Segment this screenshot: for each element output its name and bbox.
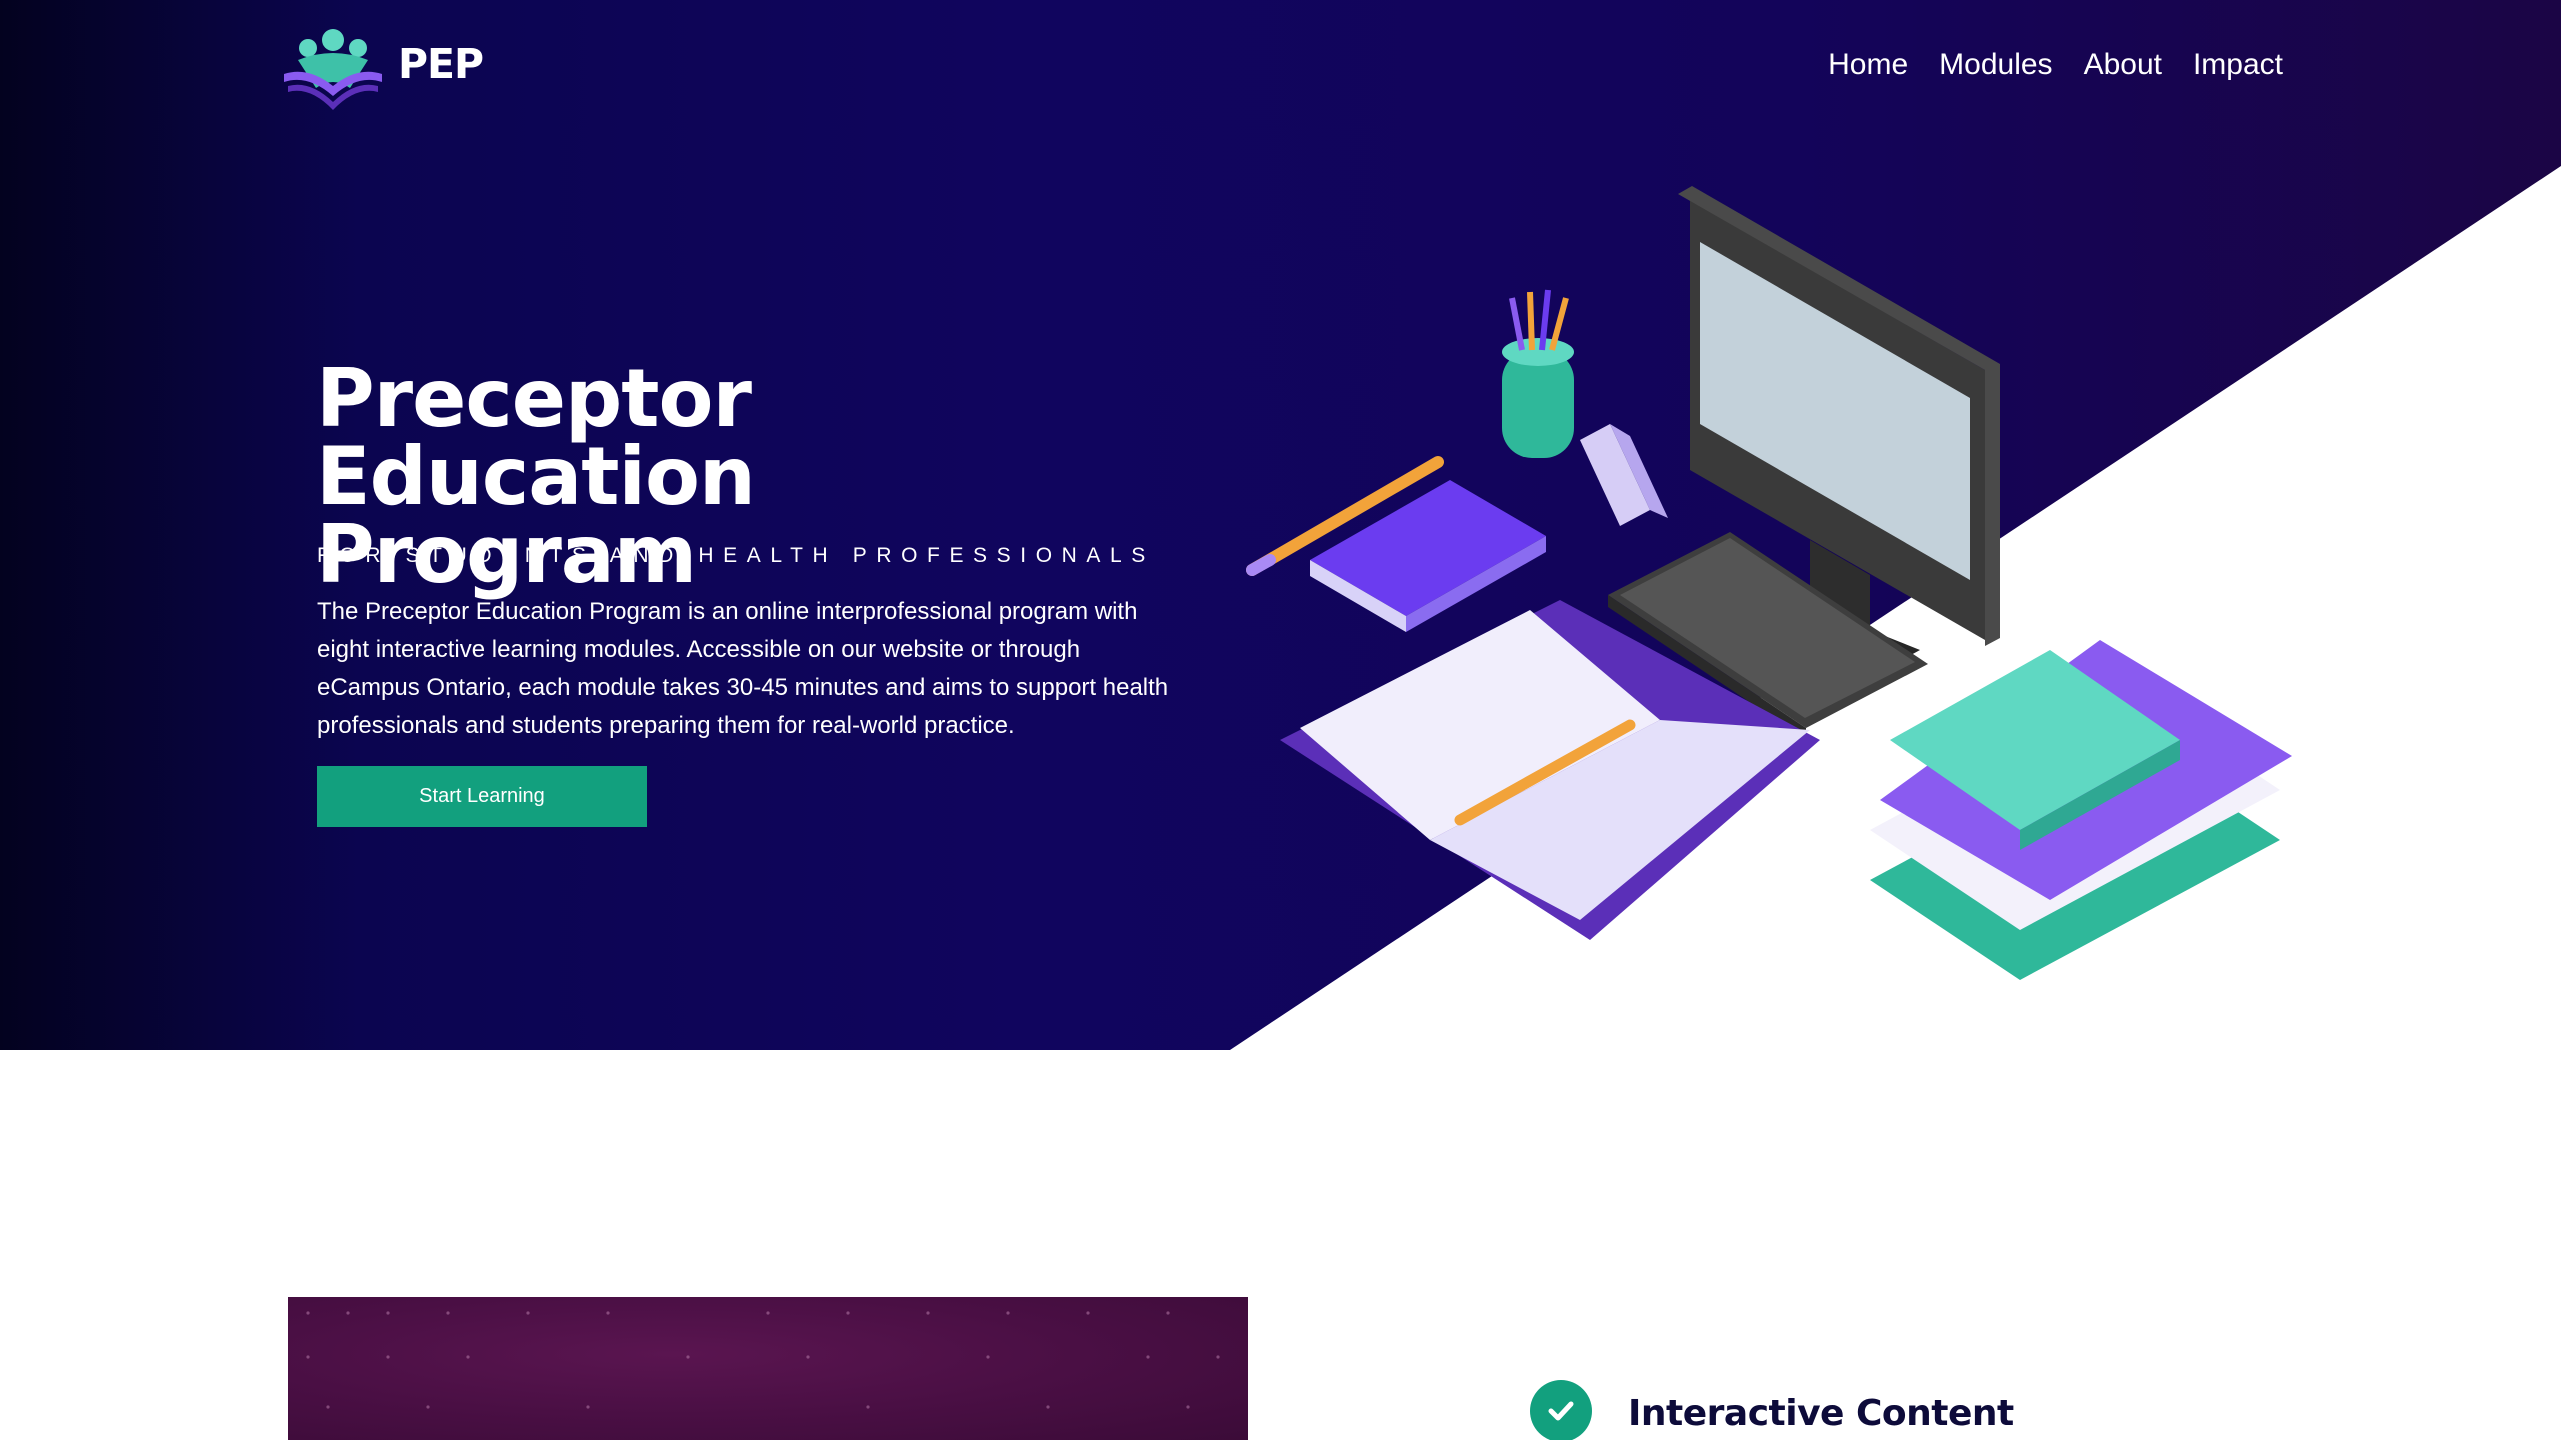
notebook-icon	[1310, 480, 1546, 632]
study-desk-illustration	[1246, 186, 2292, 980]
feature-title: Interactive Content	[1628, 1393, 2014, 1434]
hero-subtitle: FOR STUDENTS AND HEALTH PROFESSIONALS	[317, 544, 1155, 567]
stacked-books-icon	[1870, 640, 2292, 980]
main-menu: Home Modules About Impact	[1797, 48, 2283, 82]
feature-item-interactive-content: Interactive Content	[1530, 1380, 2230, 1440]
nav-link-about[interactable]: About	[2084, 48, 2162, 82]
brand-name[interactable]: PEP	[398, 40, 484, 88]
dot-pattern	[306, 1311, 1220, 1409]
pencil-cup-icon	[1502, 289, 1574, 458]
top-navigation: PEP Home Modules About Impact	[0, 0, 2561, 140]
check-icon	[1530, 1380, 1592, 1440]
nav-link-impact[interactable]: Impact	[2193, 48, 2283, 82]
video-preview-card[interactable]	[288, 1297, 1248, 1440]
hero-description: The Preceptor Education Program is an on…	[317, 598, 1169, 739]
pep-logo-icon[interactable]	[278, 26, 388, 112]
nav-link-modules[interactable]: Modules	[1939, 48, 2052, 82]
hero-title-line-1: Preceptor Education	[316, 352, 756, 523]
start-learning-button[interactable]: Start Learning	[317, 766, 647, 827]
nav-link-home[interactable]: Home	[1828, 48, 1908, 82]
calendar-icon	[1580, 424, 1668, 526]
